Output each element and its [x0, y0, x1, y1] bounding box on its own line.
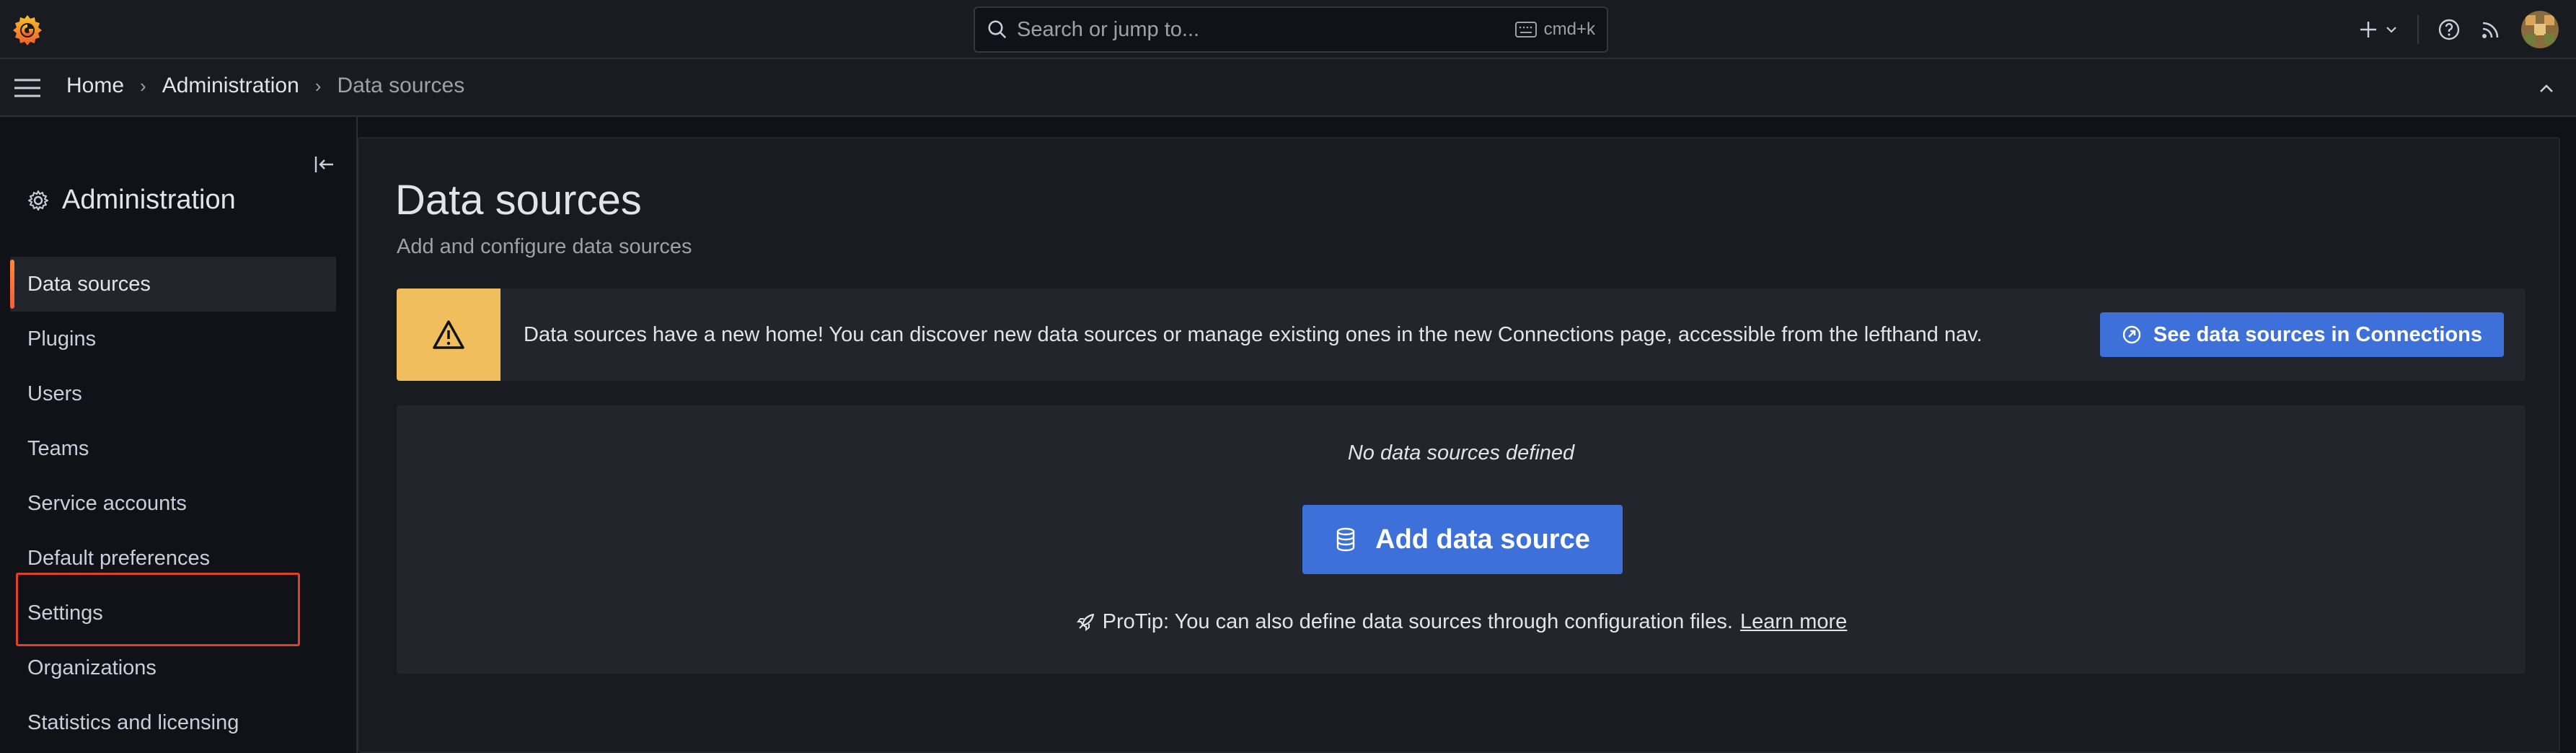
sidebar-item-statistics-and-licensing[interactable]: Statistics and licensing	[10, 695, 336, 750]
see-data-sources-in-connections-button[interactable]: See data sources in Connections	[2099, 312, 2504, 357]
sidebar-item-plugins[interactable]: Plugins	[10, 312, 336, 366]
sidebar-title-text: Administration	[62, 185, 236, 215]
rocket-icon	[1076, 613, 1094, 631]
breadcrumb-separator: ›	[314, 74, 322, 97]
sidebar-item-settings[interactable]: Settings	[10, 586, 336, 640]
breadcrumb: Home › Administration › Data sources	[66, 74, 464, 98]
search-icon	[988, 20, 1007, 39]
breadcrumb-administration[interactable]: Administration	[162, 74, 299, 98]
separator	[2417, 15, 2419, 44]
top-bar: Search or jump to... cmd+k	[0, 0, 2576, 59]
main-content: Data sources Add and configure data sour…	[358, 137, 2560, 753]
sidebar-nav: Data sources Plugins Users Teams Service…	[10, 257, 336, 750]
sidebar-item-label: Default preferences	[27, 546, 211, 570]
page-title: Data sources	[395, 177, 642, 224]
add-data-source-label: Add data source	[1375, 524, 1590, 555]
sidebar-item-label: Plugins	[27, 327, 97, 351]
search-placeholder: Search or jump to...	[1017, 17, 1200, 41]
gear-icon	[28, 190, 48, 211]
sidebar-item-label: Teams	[27, 436, 89, 460]
sidebar-title: Administration	[27, 185, 236, 216]
sidebar-item-label: Organizations	[27, 656, 156, 679]
top-right-actions	[2358, 10, 2559, 49]
new-menu-button[interactable]	[2358, 19, 2399, 40]
add-data-source-button[interactable]: Add data source	[1302, 505, 1623, 574]
alert-text: Data sources have a new home! You can di…	[524, 322, 1982, 346]
search-shortcut: cmd+k	[1514, 19, 1595, 40]
breadcrumb-data-sources: Data sources	[337, 74, 465, 97]
sidebar-item-organizations[interactable]: Organizations	[10, 640, 336, 695]
breadcrumb-separator: ›	[140, 74, 146, 97]
menu-icon[interactable]	[13, 76, 42, 100]
sidebar-item-label: Service accounts	[27, 491, 187, 515]
database-icon	[1336, 527, 1355, 552]
grafana-logo-icon[interactable]	[10, 13, 45, 48]
help-icon	[2438, 19, 2460, 40]
alert-icon-box	[397, 289, 500, 381]
dock-menu-icon[interactable]	[313, 153, 336, 176]
protip-text: ProTip: You can also define data sources…	[1102, 610, 1733, 633]
sidebar-item-label: Data sources	[27, 272, 151, 296]
plus-icon	[2360, 22, 2376, 38]
see-data-sources-label: See data sources in Connections	[2153, 322, 2482, 346]
sidebar-item-data-sources[interactable]: Data sources	[10, 257, 336, 312]
warning-icon	[433, 320, 464, 349]
search-bar[interactable]: Search or jump to... cmd+k	[974, 6, 1608, 53]
breadcrumb-bar: Home › Administration › Data sources	[0, 59, 2576, 117]
sidebar-item-label: Settings	[27, 601, 103, 625]
chevron-down-icon	[2386, 27, 2396, 33]
avatar[interactable]	[2521, 11, 2559, 48]
link-icon	[2122, 325, 2141, 344]
protip: ProTip: You can also define data sources…	[397, 610, 2526, 634]
connections-alert: Data sources have a new home! You can di…	[397, 289, 2526, 381]
breadcrumb-home[interactable]: Home	[66, 74, 124, 98]
sidebar-item-teams[interactable]: Teams	[10, 421, 336, 476]
sidebar-item-default-preferences[interactable]: Default preferences	[10, 531, 336, 586]
keyboard-icon	[1514, 22, 1537, 38]
shortcut-label: cmd+k	[1543, 19, 1595, 39]
news-icon	[2482, 22, 2499, 38]
sidebar: Administration Data sources Plugins User…	[0, 117, 358, 753]
help-button[interactable]	[2438, 18, 2461, 41]
user-avatar-icon	[2521, 11, 2559, 48]
sidebar-item-service-accounts[interactable]: Service accounts	[10, 476, 336, 531]
sidebar-item-users[interactable]: Users	[10, 366, 336, 421]
sidebar-item-label: Statistics and licensing	[27, 710, 239, 734]
chevron-up-icon[interactable]	[2536, 78, 2557, 100]
empty-state: No data sources defined Add data source …	[397, 405, 2526, 674]
empty-message: No data sources defined	[1347, 441, 1575, 464]
page-subtitle: Add and configure data sources	[397, 235, 692, 258]
news-button[interactable]	[2479, 18, 2502, 41]
learn-more-link[interactable]: Learn more	[1740, 610, 1847, 634]
sidebar-item-label: Users	[27, 382, 82, 405]
